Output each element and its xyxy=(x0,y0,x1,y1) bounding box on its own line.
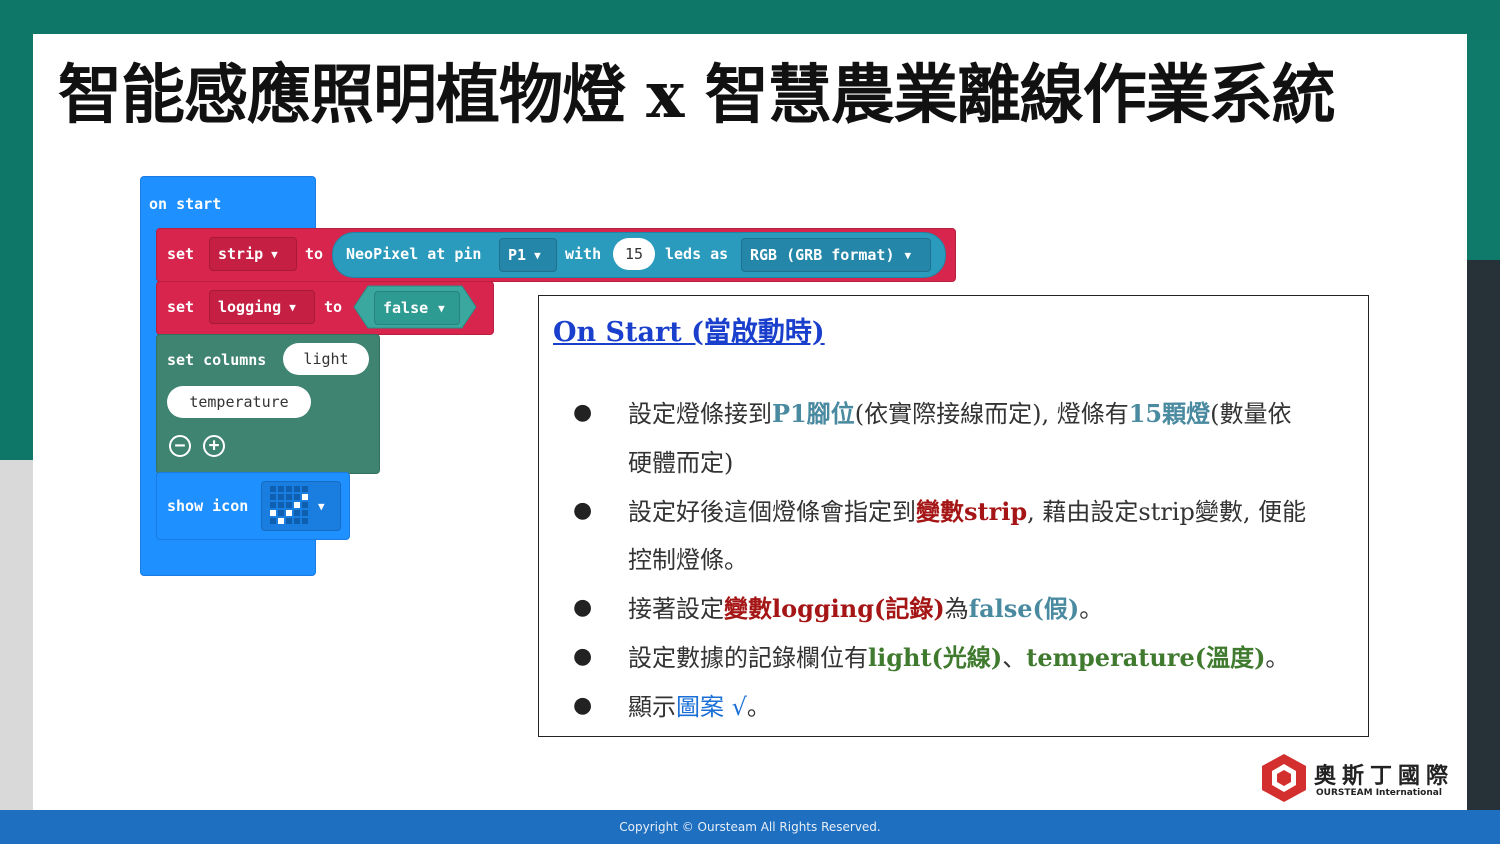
strip-variable-dropdown[interactable]: strip ▼ xyxy=(209,237,297,271)
logging-label: logging xyxy=(218,298,282,316)
column-temperature-input[interactable]: temperature xyxy=(167,386,311,418)
text-segment: 設定好後這個燈條會指定到 xyxy=(628,498,916,526)
bullet-2-line-1: 設定好後這個燈條會指定到變數strip, 藉由設定strip變數, 便能 xyxy=(628,492,1306,527)
logo-name: 奧斯丁國際 xyxy=(1314,764,1455,789)
bullet-2-line-2: 控制燈條。 xyxy=(628,546,748,574)
logo-subtitle: OURSTEAM International xyxy=(1316,788,1442,798)
plus-circle-icon[interactable]: + xyxy=(203,435,225,457)
company-logo: 奧斯丁國際 OURSTEAM International xyxy=(1258,752,1462,806)
on-start-label: on start xyxy=(149,195,222,213)
explanation-heading: On Start (當啟動時) xyxy=(553,317,825,348)
minus-circle-icon[interactable]: − xyxy=(169,435,191,457)
text-segment: 。 xyxy=(746,693,771,721)
footer-bar: Copyright © Oursteam All Rights Reserved… xyxy=(0,810,1500,844)
icon-picker-dropdown[interactable]: ▼ xyxy=(261,481,341,531)
chevron-down-icon: ▼ xyxy=(904,248,912,262)
chevron-down-icon: ▼ xyxy=(271,247,278,261)
cube-logo-icon xyxy=(1262,754,1306,802)
format-label: RGB (GRB format) xyxy=(750,246,895,264)
highlight-light: light(光線) xyxy=(868,643,1003,672)
bullet-1-line-2: 硬體而定) xyxy=(628,449,734,477)
slide-title: 智能感應照明植物燈 x 智慧農業離線作業系統 xyxy=(58,58,1336,133)
text-segment: 設定燈條接到 xyxy=(628,400,772,428)
text-segment: 、 xyxy=(1002,644,1027,672)
highlight-temperature: temperature(溫度) xyxy=(1026,643,1266,672)
text-segment: (數量依 xyxy=(1210,400,1292,428)
set-keyword: set xyxy=(167,245,195,263)
bullet-marker: ● xyxy=(573,644,593,669)
chevron-down-icon: ▼ xyxy=(289,300,296,314)
set-columns-block[interactable]: set columns light temperature − + xyxy=(156,334,380,474)
text-segment: 。 xyxy=(1265,644,1290,672)
with-keyword: with xyxy=(565,245,602,263)
bullet-marker: ● xyxy=(573,595,593,620)
copyright-text: Copyright © Oursteam All Rights Reserved… xyxy=(619,820,881,834)
logging-variable-dropdown[interactable]: logging ▼ xyxy=(209,290,315,324)
chevron-down-icon: ▼ xyxy=(438,301,445,315)
neopixel-create-block[interactable]: NeoPixel at pin P1 ▼ with 15 leds as RGB… xyxy=(332,232,946,278)
leds-count-input[interactable]: 15 xyxy=(613,238,655,270)
show-icon-block[interactable]: show icon ▼ xyxy=(156,472,350,540)
chevron-down-icon: ▼ xyxy=(318,499,325,513)
column-light-value: light xyxy=(303,350,349,368)
bullet-marker: ● xyxy=(573,400,593,425)
to-keyword: to xyxy=(305,245,324,263)
leds-as-label: leds as xyxy=(665,245,729,263)
highlight-icon: 圖案 √ xyxy=(676,693,747,721)
bullet-marker: ● xyxy=(573,498,593,523)
to-keyword: to xyxy=(324,298,343,316)
bullet-1-line-1: 設定燈條接到P1腳位(依實際接線而定), 燈條有15顆燈(數量依 xyxy=(628,394,1292,429)
strip-label: strip xyxy=(218,245,264,263)
highlight-variable-logging: 變數logging(記錄) xyxy=(724,594,945,623)
checkmark-led-icon xyxy=(270,486,308,524)
bullet-marker: ● xyxy=(573,693,593,718)
explanation-box: On Start (當啟動時) ● 設定燈條接到P1腳位(依實際接線而定), 燈… xyxy=(538,295,1369,737)
bullet-4-line: 設定數據的記錄欄位有light(光線)、temperature(溫度)。 xyxy=(628,638,1289,673)
format-dropdown[interactable]: RGB (GRB format) ▼ xyxy=(741,238,931,272)
highlight-pin: P1腳位 xyxy=(772,399,855,428)
column-temperature-value: temperature xyxy=(189,393,289,411)
text-segment: 接著設定 xyxy=(628,595,724,623)
bullet-3-line: 接著設定變數logging(記錄)為false(假)。 xyxy=(628,589,1103,624)
neopixel-label: NeoPixel at pin xyxy=(346,245,482,263)
false-label: false xyxy=(383,299,429,317)
pin-dropdown[interactable]: P1 ▼ xyxy=(499,238,557,272)
set-columns-label: set columns xyxy=(167,351,267,369)
highlight-variable-strip: 變數strip xyxy=(916,497,1028,526)
bullet-5-line: 顯示圖案 √。 xyxy=(628,687,771,722)
text-segment: (依實際接線而定), 燈條有 xyxy=(854,400,1129,428)
pin-label: P1 xyxy=(508,246,527,264)
highlight-led-count: 15顆燈 xyxy=(1128,399,1211,428)
false-boolean-block[interactable]: false ▼ xyxy=(352,284,478,330)
text-segment: 設定數據的記錄欄位有 xyxy=(628,644,868,672)
text-segment: , 藉由設定strip變數, 便能 xyxy=(1027,498,1307,526)
text-segment: 顯示 xyxy=(628,693,676,721)
column-light-input[interactable]: light xyxy=(283,343,369,375)
false-dropdown[interactable]: false ▼ xyxy=(374,291,460,325)
set-keyword: set xyxy=(167,298,195,316)
text-segment: 為 xyxy=(944,595,969,623)
text-segment: 。 xyxy=(1079,595,1104,623)
highlight-false: false(假) xyxy=(968,594,1080,623)
chevron-down-icon: ▼ xyxy=(534,248,541,262)
show-icon-label: show icon xyxy=(167,497,249,515)
